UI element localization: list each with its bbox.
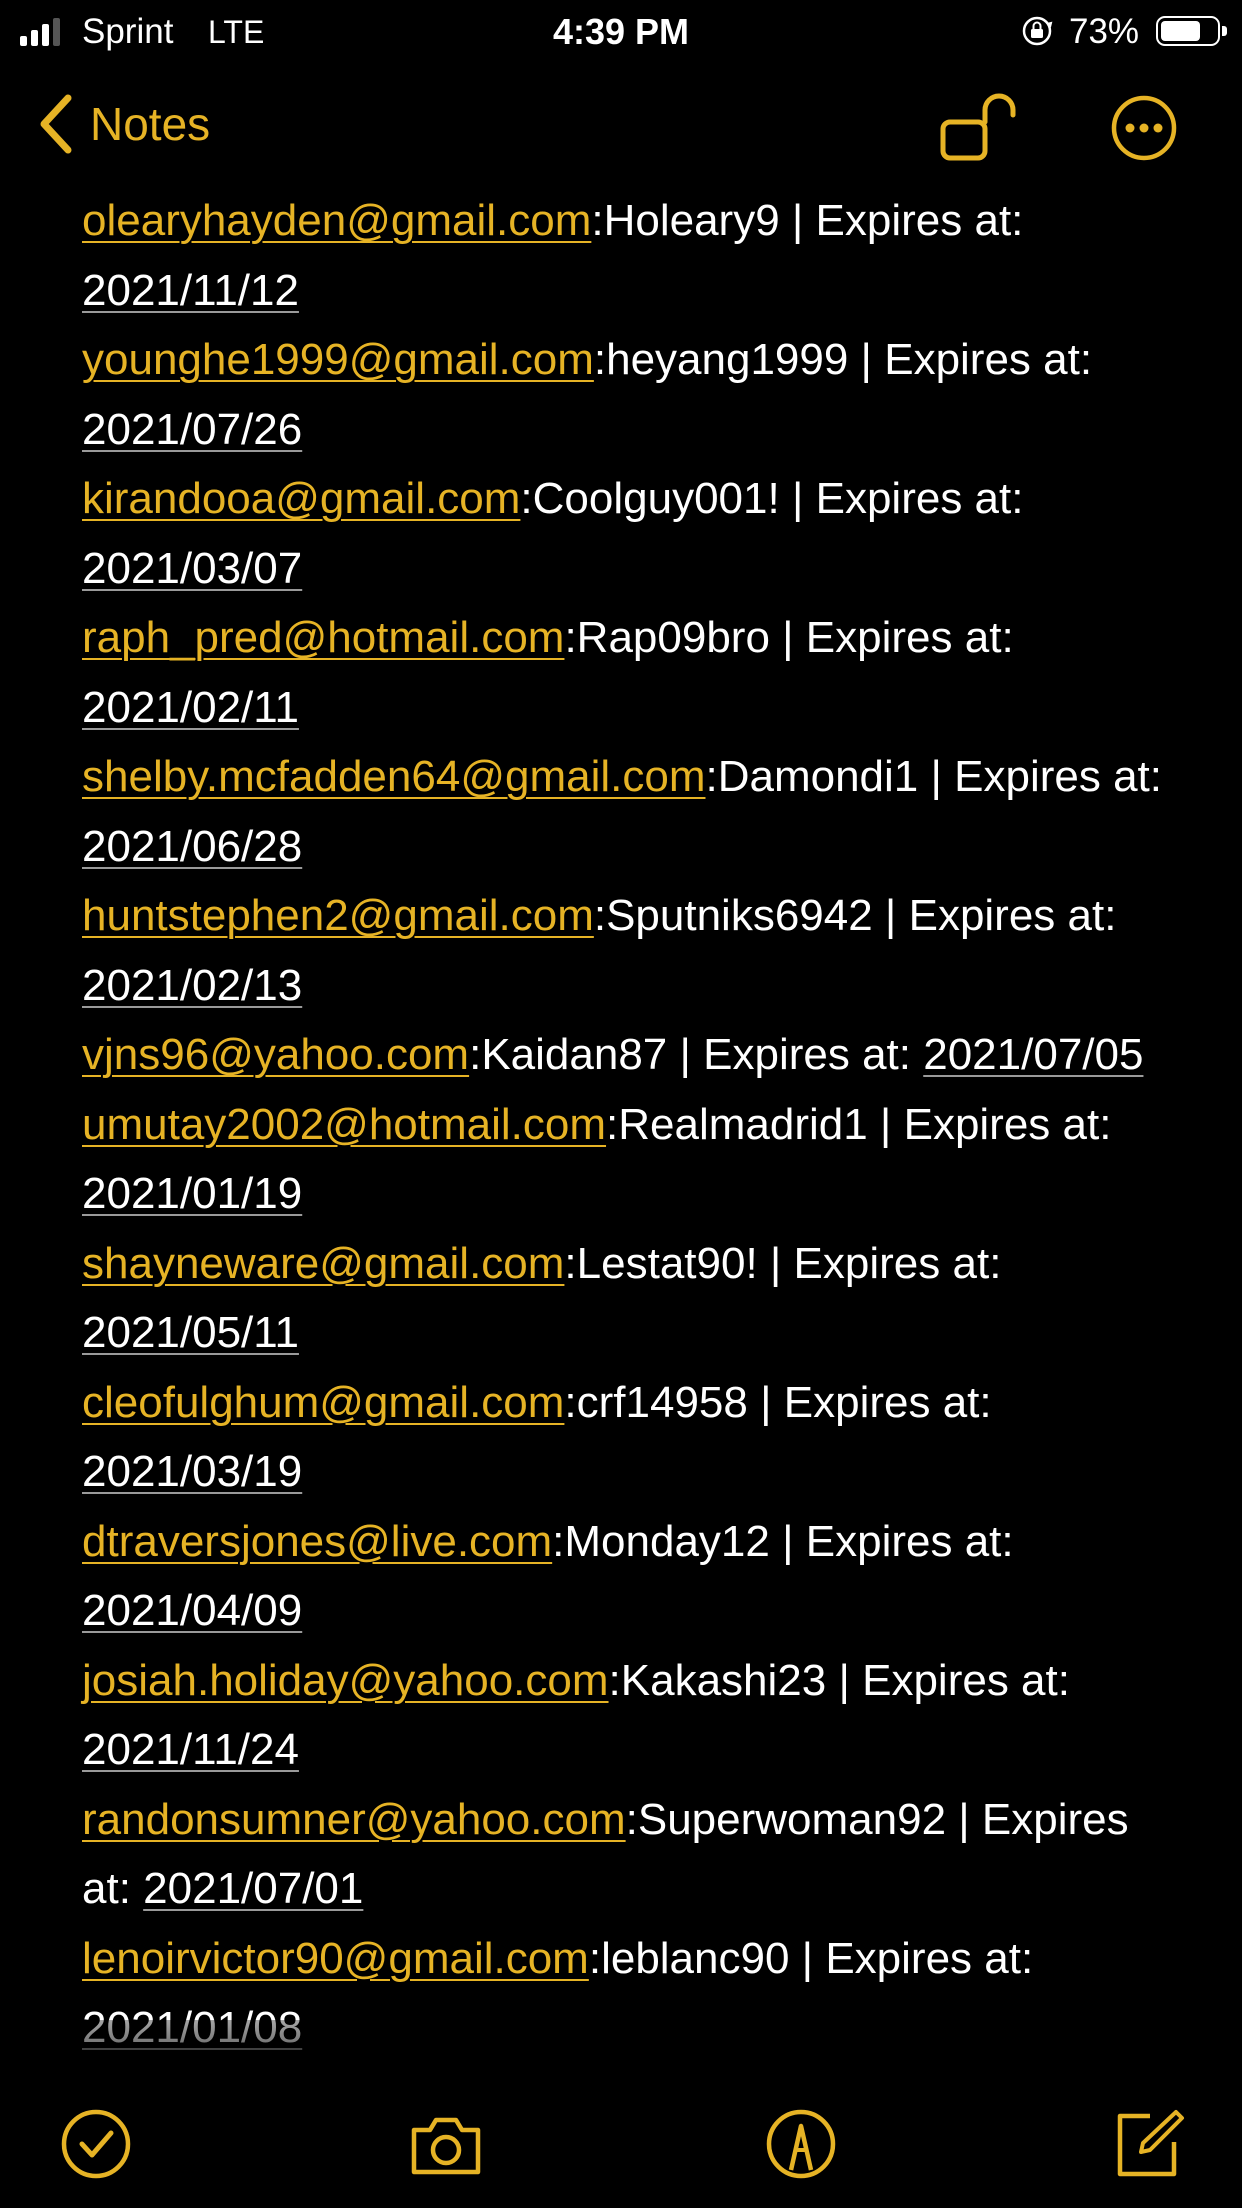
email-link[interactable]: lenoirvictor90@gmail.com bbox=[82, 1934, 589, 1983]
date-link[interactable]: 2021/11/24 bbox=[82, 1725, 299, 1774]
status-time: 4:39 PM bbox=[552, 11, 690, 52]
entry-text: :Monday12 | Expires at: bbox=[552, 1516, 1014, 1566]
date-link[interactable]: 2021/03/19 bbox=[82, 1447, 302, 1496]
checklist-icon[interactable] bbox=[58, 2106, 134, 2182]
note-entry: shayneware@gmail.com:Lestat90! | Expires… bbox=[82, 1229, 1182, 1368]
battery-fill bbox=[1161, 21, 1200, 41]
battery-percentage: 73% bbox=[1069, 12, 1140, 51]
date-link[interactable]: 2021/02/13 bbox=[82, 961, 302, 1010]
date-link[interactable]: 2021/03/07 bbox=[82, 544, 302, 593]
compose-icon[interactable] bbox=[1110, 2106, 1186, 2182]
email-link[interactable]: randonsumner@yahoo.com bbox=[82, 1795, 626, 1844]
entry-text: :Rap09bro | Expires at: bbox=[564, 613, 1014, 662]
entry-text: :Kakashi23 | Expires at: bbox=[608, 1655, 1070, 1705]
email-link[interactable]: vjns96@yahoo.com bbox=[82, 1030, 469, 1079]
note-entry: raph_pred@hotmail.com:Rap09bro | Expires… bbox=[82, 603, 1182, 742]
entry-text: :crf14958 | Expires at: bbox=[564, 1377, 992, 1427]
email-link[interactable]: shayneware@gmail.com bbox=[82, 1239, 564, 1288]
date-link[interactable]: 2021/11/12 bbox=[82, 266, 299, 315]
note-entry: umutay2002@hotmail.com:Realmadrid1 | Exp… bbox=[82, 1090, 1182, 1229]
note-entry: huntstephen2@gmail.com:Sputniks6942 | Ex… bbox=[82, 881, 1182, 1020]
email-link[interactable]: huntstephen2@gmail.com bbox=[82, 891, 594, 940]
note-entry: shelby.mcfadden64@gmail.com:Damondi1 | E… bbox=[82, 742, 1182, 881]
date-link[interactable]: 2021/02/11 bbox=[82, 683, 299, 732]
lock-note-button[interactable] bbox=[938, 90, 1016, 164]
toolbar-background bbox=[0, 2020, 1242, 2208]
email-link[interactable]: shelby.mcfadden64@gmail.com bbox=[82, 752, 705, 801]
date-link[interactable]: 2021/06/28 bbox=[82, 822, 302, 871]
entry-text: :Lestat90! | Expires at: bbox=[564, 1238, 1002, 1288]
email-link[interactable]: kirandooa@gmail.com bbox=[82, 474, 520, 523]
entry-text: :Damondi1 | Expires at: bbox=[705, 752, 1163, 801]
entry-text: :Kaidan87 | Expires at: bbox=[469, 1030, 924, 1079]
note-body[interactable]: olearyhayden@gmail.com:Holeary9 | Expire… bbox=[82, 186, 1182, 2063]
date-link[interactable]: 2021/07/26 bbox=[82, 405, 302, 454]
orientation-lock-icon bbox=[1022, 16, 1053, 46]
entry-text: :Holeary9 | Expires at: bbox=[591, 196, 1024, 245]
email-link[interactable]: younghe1999@gmail.com bbox=[82, 335, 594, 384]
back-label: Notes bbox=[90, 98, 211, 150]
battery-icon bbox=[1156, 16, 1227, 46]
entry-text: :leblanc90 | Expires at: bbox=[588, 1933, 1034, 1983]
email-link[interactable]: dtraversjones@live.com bbox=[82, 1517, 552, 1566]
date-link[interactable]: 2021/04/09 bbox=[82, 1586, 302, 1635]
email-link[interactable]: umutay2002@hotmail.com bbox=[82, 1100, 606, 1149]
email-link[interactable]: cleofulghum@gmail.com bbox=[82, 1378, 564, 1427]
markup-pen-icon[interactable] bbox=[763, 2106, 839, 2182]
status-bar: Sprint LTE 4:39 PM 73% bbox=[0, 0, 1242, 62]
date-link[interactable]: 2021/05/11 bbox=[82, 1308, 299, 1357]
entry-text: :Coolguy001! | Expires at: bbox=[520, 474, 1024, 523]
back-to-notes-button[interactable]: Notes bbox=[36, 92, 210, 156]
email-link[interactable]: olearyhayden@gmail.com bbox=[82, 196, 591, 245]
date-link[interactable]: 2021/07/05 bbox=[923, 1030, 1143, 1079]
note-entry: randonsumner@yahoo.com:Superwoman92 | Ex… bbox=[82, 1785, 1182, 1924]
note-entry: younghe1999@gmail.com:heyang1999 | Expir… bbox=[82, 325, 1182, 464]
note-entry: vjns96@yahoo.com:Kaidan87 | Expires at: … bbox=[82, 1020, 1182, 1090]
email-link[interactable]: raph_pred@hotmail.com bbox=[82, 613, 564, 662]
entry-text: :Sputniks6942 | Expires at: bbox=[593, 891, 1117, 940]
note-entry: cleofulghum@gmail.com:crf14958 | Expires… bbox=[82, 1368, 1182, 1507]
note-entry: dtraversjones@live.com:Monday12 | Expire… bbox=[82, 1507, 1182, 1646]
email-link[interactable]: josiah.holiday@yahoo.com bbox=[82, 1656, 609, 1705]
more-options-button[interactable] bbox=[1110, 94, 1178, 162]
chevron-left-icon bbox=[40, 94, 72, 154]
date-link[interactable]: 2021/01/19 bbox=[82, 1169, 302, 1218]
note-entry: olearyhayden@gmail.com:Holeary9 | Expire… bbox=[82, 186, 1182, 325]
date-link[interactable]: 2021/07/01 bbox=[143, 1864, 363, 1913]
note-entry: kirandooa@gmail.com:Coolguy001! | Expire… bbox=[82, 464, 1182, 603]
entry-text: :heyang1999 | Expires at: bbox=[593, 335, 1093, 384]
camera-icon[interactable] bbox=[408, 2106, 484, 2182]
entry-text: :Realmadrid1 | Expires at: bbox=[606, 1099, 1112, 1149]
note-entry: josiah.holiday@yahoo.com:Kakashi23 | Exp… bbox=[82, 1646, 1182, 1785]
